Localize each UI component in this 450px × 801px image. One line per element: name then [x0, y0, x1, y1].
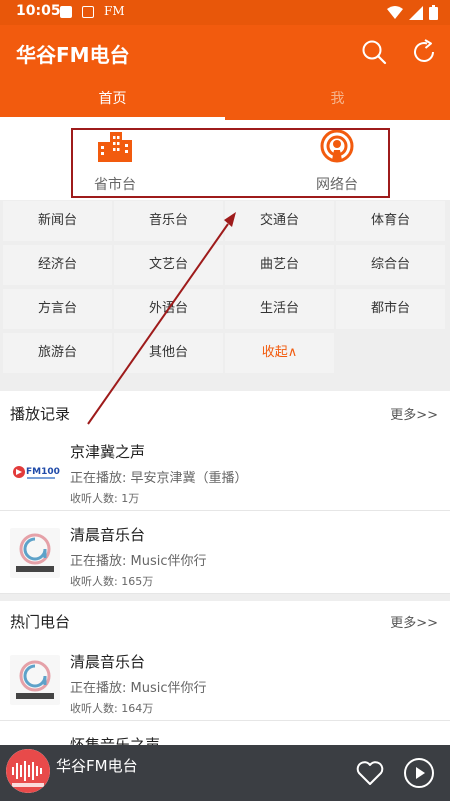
station-now-playing: 正在播放: Music伴你行	[70, 681, 207, 696]
hot-section: 热门电台 更多>> 清晨音乐台 正在播放: Music伴你行 收听人数: 164…	[0, 601, 450, 745]
heart-icon[interactable]	[354, 757, 386, 789]
tab-bar: 首页 我	[0, 80, 450, 120]
station-listeners: 收听人数: 164万	[70, 702, 154, 715]
grid-item-economy[interactable]: 经济台	[3, 245, 112, 285]
station-name: 清晨音乐台	[70, 526, 146, 544]
grid-item-traffic[interactable]: 交通台	[225, 201, 334, 241]
search-icon[interactable]	[360, 38, 388, 66]
history-title: 播放记录	[10, 405, 71, 423]
tab-me[interactable]: 我	[225, 80, 450, 120]
history-more-link[interactable]: 更多>>	[390, 404, 438, 423]
player-title: 华谷FM电台	[56, 757, 138, 775]
grid-item-music[interactable]: 音乐台	[114, 201, 223, 241]
grid-item-life[interactable]: 生活台	[225, 289, 334, 329]
station-name: 京津冀之声	[70, 443, 146, 461]
station-now-playing: 正在播放: Music伴你行	[70, 554, 207, 569]
tab-me-label: 我	[330, 91, 345, 107]
tab-home-label: 首页	[98, 91, 127, 107]
grid-item-travel[interactable]: 旅游台	[3, 333, 112, 373]
notification-icon	[60, 6, 72, 18]
refresh-icon[interactable]	[410, 38, 438, 66]
tab-home[interactable]: 首页	[0, 80, 225, 120]
grid-item-sports[interactable]: 体育台	[336, 201, 445, 241]
media-icon	[82, 6, 94, 18]
station-name: 怀集音乐之声	[70, 736, 161, 745]
play-icon[interactable]	[403, 757, 435, 789]
status-time: 10:05	[16, 3, 61, 19]
status-bar: 10:05 FM	[0, 0, 450, 25]
battery-icon	[429, 5, 438, 20]
player-avatar	[6, 749, 50, 793]
station-now-playing: 正在播放: 早安京津冀（重播）	[70, 471, 248, 486]
grid-collapse-button[interactable]: 收起∧	[225, 333, 334, 373]
station-logo-qingchen	[10, 655, 60, 705]
status-fm-text: FM	[104, 4, 125, 18]
annotation-highlight-box	[71, 128, 390, 198]
history-item[interactable]: FM1006 京津冀之声 正在播放: 早安京津冀（重播） 收听人数: 1万	[0, 429, 450, 511]
grid-item-arts[interactable]: 文艺台	[114, 245, 223, 285]
station-listeners: 收听人数: 1万	[70, 492, 140, 505]
station-logo-qingchen	[10, 528, 60, 578]
hot-item[interactable]: 清晨音乐台 正在播放: Music伴你行 收听人数: 164万	[0, 639, 450, 721]
grid-item-opera[interactable]: 曲艺台	[225, 245, 334, 285]
app-title: 华谷FM电台	[16, 43, 130, 67]
grid-item-dialect[interactable]: 方言台	[3, 289, 112, 329]
grid-item-news[interactable]: 新闻台	[3, 201, 112, 241]
app-header: 华谷FM电台	[0, 25, 450, 80]
grid-item-general[interactable]: 综合台	[336, 245, 445, 285]
grid-item-other[interactable]: 其他台	[114, 333, 223, 373]
grid-item-city[interactable]: 都市台	[336, 289, 445, 329]
hot-item[interactable]: 怀集音乐之声	[0, 722, 450, 745]
history-item[interactable]: 清晨音乐台 正在播放: Music伴你行 收听人数: 165万	[0, 512, 450, 594]
grid-item-foreign[interactable]: 外语台	[114, 289, 223, 329]
history-section: 播放记录 更多>> FM1006 京津冀之声 正在播放: 早安京津冀（重播） 收…	[0, 391, 450, 594]
signal-icon	[409, 5, 423, 20]
station-name: 清晨音乐台	[70, 653, 146, 671]
svg-text:FM1006: FM1006	[26, 467, 60, 477]
mini-player[interactable]: 华谷FM电台	[0, 745, 450, 801]
hot-title: 热门电台	[10, 613, 71, 631]
station-logo-jingjinji: FM1006	[10, 445, 60, 495]
wifi-icon	[387, 5, 403, 19]
station-listeners: 收听人数: 165万	[70, 575, 154, 588]
hot-more-link[interactable]: 更多>>	[390, 612, 438, 631]
